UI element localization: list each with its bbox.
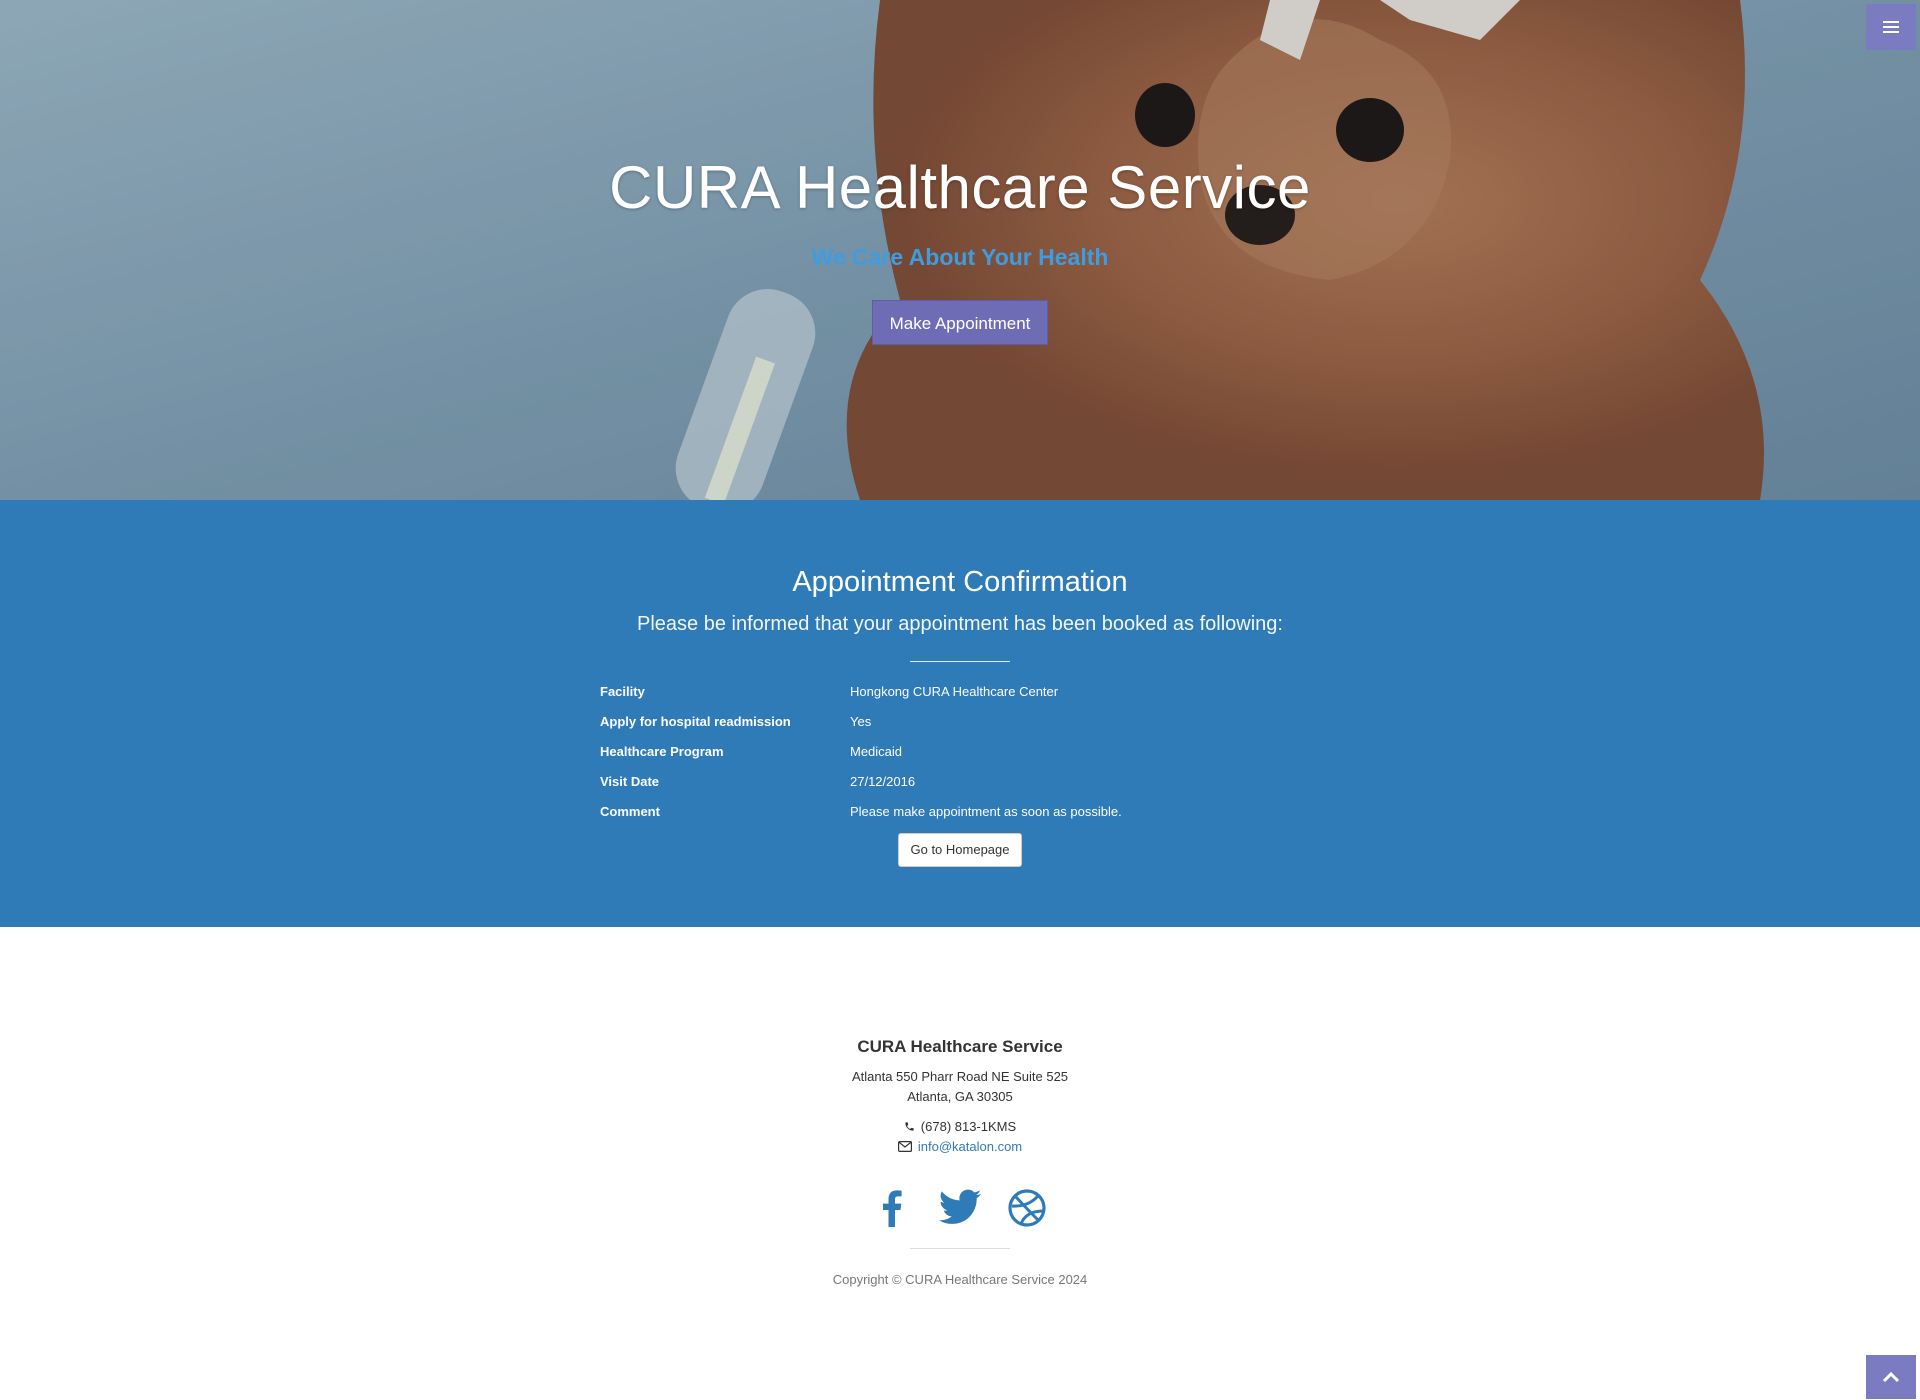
footer-address-line1: Atlanta 550 Pharr Road NE Suite 525 bbox=[851, 1069, 1069, 1084]
detail-value: Hongkong CURA Healthcare Center bbox=[850, 684, 1059, 699]
detail-row-comment: Comment Please make appointment as soon … bbox=[600, 804, 1320, 826]
detail-value: Medicaid bbox=[850, 744, 903, 759]
detail-row-program: Healthcare Program Medicaid bbox=[600, 744, 1320, 766]
envelope-icon bbox=[897, 1140, 912, 1155]
hero-title: CURA Healthcare Service bbox=[609, 154, 1311, 221]
hamburger-menu-icon bbox=[1883, 21, 1899, 33]
hero-subtitle: We Care About Your Health bbox=[811, 244, 1109, 270]
detail-value: 27/12/2016 bbox=[850, 774, 916, 789]
detail-row-visit-date: Visit Date 27/12/2016 bbox=[600, 774, 1320, 796]
detail-label: Comment bbox=[600, 804, 660, 819]
detail-row-facility: Facility Hongkong CURA Healthcare Center bbox=[600, 684, 1320, 706]
scroll-to-top-button[interactable] bbox=[1866, 1355, 1916, 1399]
footer-phone: (678) 813-1KMS bbox=[0, 1119, 1920, 1135]
make-appointment-button[interactable]: Make Appointment bbox=[871, 300, 1049, 345]
detail-label: Healthcare Program bbox=[600, 744, 724, 759]
footer: CURA Healthcare Service Atlanta 550 Phar… bbox=[0, 927, 1920, 1400]
footer-divider bbox=[910, 1248, 1010, 1249]
detail-value: Yes bbox=[850, 714, 872, 729]
phone-icon bbox=[904, 1120, 915, 1135]
footer-title: CURA Healthcare Service bbox=[857, 1037, 1063, 1056]
footer-email: info@katalon.com bbox=[0, 1139, 1920, 1155]
email-link[interactable]: info@katalon.com bbox=[918, 1139, 1022, 1154]
social-links bbox=[870, 1185, 1050, 1231]
facebook-icon[interactable] bbox=[870, 1185, 916, 1231]
divider bbox=[910, 661, 1010, 662]
footer-address-line2: Atlanta, GA 30305 bbox=[907, 1089, 1013, 1104]
chevron-up-icon bbox=[1882, 1371, 1900, 1383]
copyright: Copyright © CURA Healthcare Service 2024 bbox=[832, 1272, 1088, 1287]
go-to-homepage-button[interactable]: Go to Homepage bbox=[898, 833, 1022, 867]
menu-toggle-button[interactable] bbox=[1866, 4, 1916, 50]
detail-value: Please make appointment as soon as possi… bbox=[850, 804, 1122, 819]
phone-number: (678) 813-1KMS bbox=[920, 1119, 1017, 1134]
confirmation-title: Appointment Confirmation bbox=[792, 566, 1128, 598]
appointment-confirmation-section: Appointment Confirmation Please be infor… bbox=[0, 500, 1920, 927]
twitter-icon[interactable] bbox=[937, 1185, 983, 1231]
hero-content: CURA Healthcare Service We Care About Yo… bbox=[0, 148, 1920, 345]
confirmation-lead: Please be informed that your appointment… bbox=[637, 613, 1283, 635]
detail-label: Apply for hospital readmission bbox=[600, 714, 791, 729]
detail-label: Visit Date bbox=[600, 774, 660, 789]
detail-row-readmission: Apply for hospital readmission Yes bbox=[600, 714, 1320, 736]
hero-section: CURA Healthcare Service We Care About Yo… bbox=[0, 0, 1920, 500]
dribbble-icon[interactable] bbox=[1004, 1185, 1050, 1231]
detail-label: Facility bbox=[600, 684, 645, 699]
